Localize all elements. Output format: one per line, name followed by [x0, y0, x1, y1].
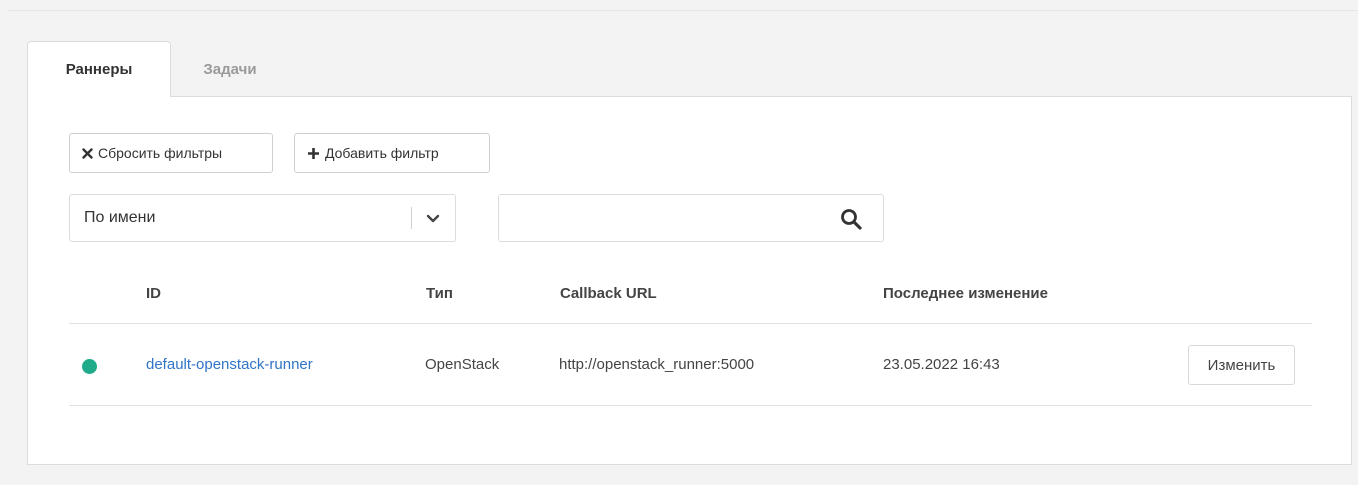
search-input[interactable]: [511, 207, 825, 231]
search-box: [498, 194, 884, 242]
tab-runners-label: Раннеры: [65, 61, 133, 78]
tab-runners[interactable]: Раннеры: [27, 41, 171, 97]
tab-tasks[interactable]: Задачи: [171, 41, 289, 97]
tab-bar: Раннеры Задачи: [27, 41, 289, 97]
x-icon: [82, 147, 93, 159]
column-header-callback[interactable]: Callback URL: [560, 285, 657, 302]
row-divider: [69, 405, 1312, 406]
runners-panel: Сбросить фильтры Добавить фильтр По имен…: [27, 96, 1352, 465]
edit-button[interactable]: Изменить: [1188, 345, 1295, 385]
search-icon[interactable]: [839, 207, 863, 231]
header-divider: [69, 323, 1312, 324]
chevron-down-icon[interactable]: [422, 209, 444, 229]
select-separator: [411, 207, 412, 229]
edit-button-label: Изменить: [1207, 356, 1276, 374]
column-header-modified[interactable]: Последнее изменение: [883, 285, 1048, 302]
column-header-id[interactable]: ID: [146, 285, 161, 302]
add-filter-label: Добавить фильтр: [325, 145, 439, 161]
column-header-type[interactable]: Тип: [426, 285, 453, 302]
runner-id-link[interactable]: default-openstack-runner: [146, 356, 313, 373]
filter-field-value: По имени: [84, 209, 156, 226]
reset-filters-label: Сбросить фильтры: [98, 145, 223, 161]
status-indicator: [82, 359, 97, 374]
top-divider: [8, 10, 1358, 11]
filter-field-select[interactable]: По имени: [69, 194, 456, 242]
reset-filters-button[interactable]: Сбросить фильтры: [69, 133, 273, 173]
runner-callback-url: http://openstack_runner:5000: [559, 356, 755, 373]
add-filter-button[interactable]: Добавить фильтр: [294, 133, 490, 173]
plus-icon: [308, 147, 319, 159]
runner-modified-date: 23.05.2022 16:43: [883, 356, 1000, 373]
runner-type: OpenStack: [425, 356, 500, 373]
tab-tasks-label: Задачи: [203, 60, 257, 78]
